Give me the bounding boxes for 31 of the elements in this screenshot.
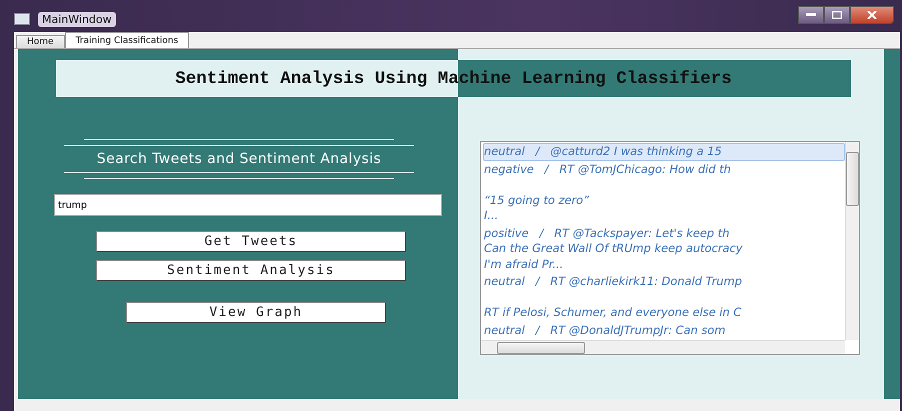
tweet-text: neutral / RT @charliekirk11: Donald Trump (484, 274, 743, 290)
tweet-result-item[interactable]: negative / RT @TomJChicago: How did th “15 going to zero” I... (483, 160, 845, 224)
close-button[interactable] (850, 6, 894, 24)
close-icon (867, 11, 877, 19)
tab[interactable]: Home (16, 35, 65, 48)
tweet-results-list[interactable] (480, 141, 860, 355)
tab[interactable]: Training Classifications (64, 32, 190, 48)
tweet-result-item[interactable]: neutral / @catturd2 I was thinking a 15 (483, 143, 845, 160)
tweet-text: negative / RT @TomJChicago: How did th (484, 162, 732, 177)
tweet-result-item[interactable]: neutral / RT @DonaldJTrumpJr: Can som (483, 322, 845, 339)
tweet-text: I'm afraid Pr... (484, 256, 564, 272)
tweet-text: positive / RT @Tackspayer: Let's keep th (484, 226, 730, 241)
action-button[interactable]: View Graph (126, 302, 386, 323)
search-field[interactable]: trump (54, 194, 442, 216)
action-button[interactable]: Get Tweets (96, 231, 406, 252)
horizontal-scrollbar[interactable] (481, 340, 845, 354)
minimize-button[interactable] (798, 6, 824, 24)
tweet-text: I... (484, 208, 500, 224)
section-heading: Search Tweets and Sentiment Analysis (96, 151, 382, 167)
tweet-text: RT if Pelosi, Schumer, and everyone else in C (484, 305, 742, 320)
action-button[interactable]: Sentiment Analysis (96, 260, 406, 281)
tweet-result-item[interactable]: neutral / RT @charliekirk11: Donald Trump RT if Pelosi, Schumer, and everyone else in C (483, 273, 845, 322)
minimize-icon (806, 13, 816, 17)
tweet-text: “15 going to zero” (484, 192, 590, 208)
maximize-icon (832, 11, 842, 19)
vertical-scrollbar[interactable] (845, 142, 859, 340)
window-title: MainWindow (38, 12, 116, 26)
tweet-result-item[interactable]: positive / RT @Tackspayer: Let's keep th Can the Great Wall Of tRUmp keep autocracy I'm afraid Pr... (483, 224, 845, 273)
tweet-text: Can the Great Wall Of tRUmp keep autocracy (484, 241, 744, 256)
app-icon (14, 13, 30, 25)
maximize-button[interactable] (824, 6, 850, 24)
